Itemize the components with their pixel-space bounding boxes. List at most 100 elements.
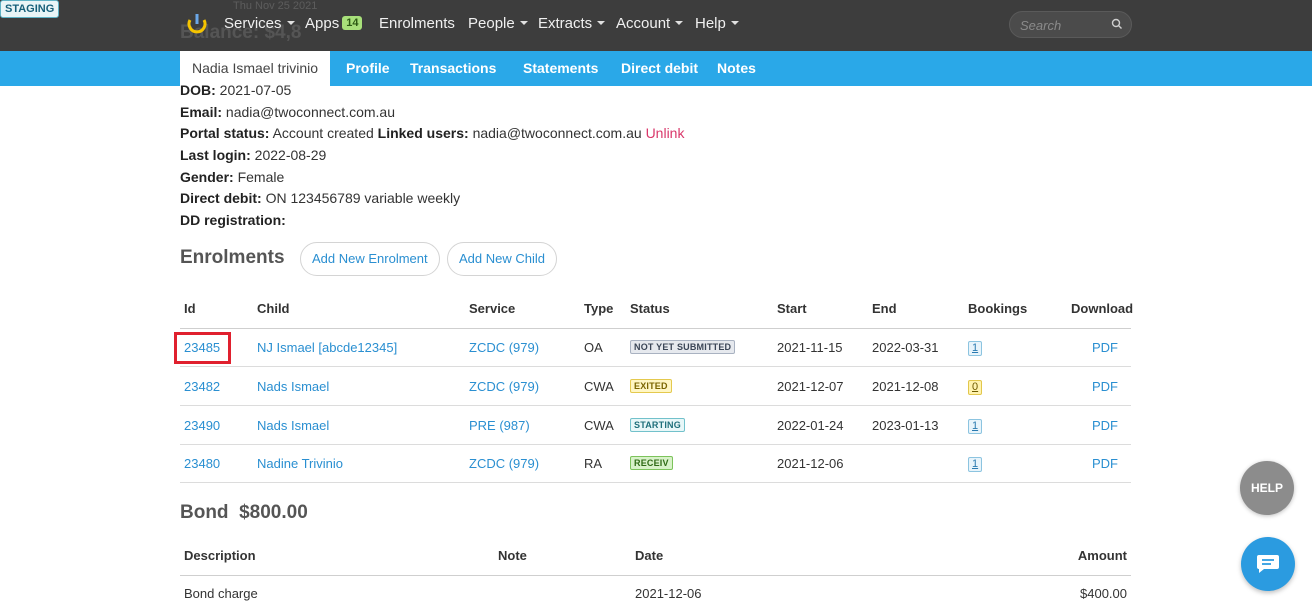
nav-enrolments[interactable]: Enrolments: [379, 15, 455, 32]
enrolment-type: CWA: [584, 418, 614, 433]
col-header-end: End: [872, 301, 897, 316]
col-header-description: Description: [184, 548, 256, 563]
enrolment-child-link[interactable]: NJ Ismael [abcde12345]: [257, 340, 397, 355]
enrolment-id-link[interactable]: 23480: [184, 456, 220, 471]
nav-extracts-label: Extracts: [538, 15, 593, 32]
col-header-bookings: Bookings: [968, 301, 1028, 316]
chevron-down-icon: [286, 21, 295, 25]
chevron-down-icon: [730, 21, 739, 25]
col-header-amount: Amount: [1077, 548, 1127, 563]
dd-registration-label: DD registration:: [180, 212, 286, 228]
enrolment-id-link[interactable]: 23482: [184, 379, 220, 394]
download-pdf-link[interactable]: PDF: [1092, 379, 1118, 394]
nav-account-label: Account: [616, 15, 671, 32]
col-header-note: Note: [498, 548, 527, 563]
dob-value: 2021-07-05: [219, 82, 292, 98]
nav-services-label: Services: [224, 15, 282, 32]
download-pdf-link[interactable]: PDF: [1092, 340, 1118, 355]
email-row: Email: nadia@twoconnect.com.au: [180, 104, 395, 120]
highlight-box: [174, 332, 231, 364]
chevron-down-icon: [597, 21, 606, 25]
enrolment-start: 2021-12-07: [777, 379, 844, 394]
tab-statements[interactable]: Statements: [523, 51, 598, 86]
tab-transactions[interactable]: Transactions: [410, 51, 496, 86]
status-badge: STARTING: [630, 418, 685, 432]
enrolment-end: 2023-01-13: [872, 418, 939, 433]
enrolment-id-link[interactable]: 23490: [184, 418, 220, 433]
help-button[interactable]: HELP: [1240, 461, 1294, 515]
enrolment-end: 2022-03-31: [872, 340, 939, 355]
nav-services[interactable]: Services: [224, 15, 295, 32]
linked-user-value: nadia@twoconnect.com.au: [472, 125, 642, 141]
ghost-text: Thu Nov 25 2021: [233, 0, 318, 12]
unlink-link[interactable]: Unlink: [646, 125, 685, 141]
download-pdf-link[interactable]: PDF: [1092, 456, 1118, 471]
header-divider: [180, 328, 1131, 329]
enrolment-type: RA: [584, 456, 603, 471]
search-input[interactable]: [1020, 17, 1110, 33]
col-header-child: Child: [257, 301, 290, 316]
col-header-type: Type: [584, 301, 614, 316]
tab-profile[interactable]: Profile: [346, 51, 390, 86]
enrolment-type: CWA: [584, 379, 614, 394]
enrolment-child-link[interactable]: Nads Ismael: [257, 418, 329, 433]
bookings-count-badge[interactable]: 1: [968, 457, 983, 472]
direct-debit-row: Direct debit: ON 123456789 variable week…: [180, 190, 460, 206]
profile-tabbar: Nadia Ismael trivinio Profile Transactio…: [0, 51, 1312, 86]
download-pdf-link[interactable]: PDF: [1092, 418, 1118, 433]
col-header-date: Date: [635, 548, 664, 563]
enrolment-service-link[interactable]: ZCDC (979): [469, 379, 539, 394]
last-login-label: Last login:: [180, 147, 251, 163]
nav-extracts[interactable]: Extracts: [538, 15, 606, 32]
nav-apps-label: Apps: [305, 15, 340, 32]
chat-button[interactable]: [1241, 537, 1295, 591]
status-badge: NOT YET SUBMITTED: [630, 340, 736, 354]
col-header-service: Service: [469, 301, 516, 316]
enrolment-type: OA: [584, 340, 603, 355]
gender-value: Female: [237, 169, 285, 185]
bookings-count-badge[interactable]: 0: [968, 380, 983, 395]
row-divider: [180, 482, 1131, 483]
enrolment-child-link[interactable]: Nads Ismael: [257, 379, 329, 394]
app-logo-icon[interactable]: [186, 12, 208, 36]
portal-status-label: Portal status:: [180, 125, 270, 141]
enrolment-end: 2021-12-08: [872, 379, 939, 394]
dob-label: DOB:: [180, 82, 216, 98]
tab-notes[interactable]: Notes: [717, 51, 756, 86]
direct-debit-value: ON 123456789 variable weekly: [265, 190, 461, 206]
nav-help[interactable]: Help: [695, 15, 739, 32]
bookings-count-badge[interactable]: 1: [968, 419, 983, 434]
gender-label: Gender:: [180, 169, 234, 185]
gender-row: Gender: Female: [180, 169, 284, 185]
bond-heading: Bond $800.00: [180, 502, 308, 524]
nav-account[interactable]: Account: [616, 15, 684, 32]
top-navbar: Thu Nov 25 2021 Balance: $4,8 Services A…: [0, 0, 1312, 51]
search-icon[interactable]: [1111, 18, 1123, 30]
portal-status-value: Account created: [272, 125, 374, 141]
tab-person-name[interactable]: Nadia Ismael trivinio: [180, 51, 331, 86]
enrolment-start: 2021-12-06: [777, 456, 844, 471]
add-new-child-button[interactable]: Add New Child: [447, 242, 557, 276]
header-divider: [180, 575, 1131, 576]
tab-direct-debit[interactable]: Direct debit: [621, 51, 698, 86]
nav-help-label: Help: [695, 15, 726, 32]
row-divider: [180, 444, 1131, 445]
dob-row: DOB: 2021-07-05: [180, 82, 291, 98]
col-header-status: Status: [630, 301, 670, 316]
chevron-down-icon: [675, 21, 684, 25]
nav-apps[interactable]: Apps 14: [305, 15, 363, 32]
enrolment-service-link[interactable]: PRE (987): [469, 418, 530, 433]
last-login-row: Last login: 2022-08-29: [180, 147, 326, 163]
bookings-count-badge[interactable]: 1: [968, 341, 983, 356]
bond-title: Bond: [180, 502, 229, 523]
row-divider: [180, 366, 1131, 367]
search-box: [1009, 11, 1132, 38]
enrolment-service-link[interactable]: ZCDC (979): [469, 340, 539, 355]
enrolments-heading: Enrolments: [180, 247, 285, 268]
add-new-enrolment-button[interactable]: Add New Enrolment: [300, 242, 440, 276]
enrolment-service-link[interactable]: ZCDC (979): [469, 456, 539, 471]
nav-people[interactable]: People: [468, 15, 528, 32]
staging-badge: STAGING: [0, 0, 60, 18]
enrolment-start: 2022-01-24: [777, 418, 844, 433]
enrolment-child-link[interactable]: Nadine Trivinio: [257, 456, 343, 471]
